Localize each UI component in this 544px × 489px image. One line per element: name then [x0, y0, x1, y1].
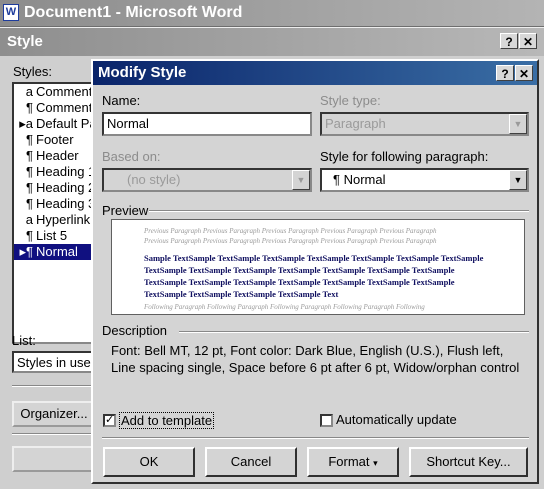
ok-button[interactable]: OK [103, 447, 195, 477]
character-style-icon: ▸a [19, 116, 33, 131]
style-dialog-title-bar: Style ? ✕ [0, 28, 544, 56]
styles-list-item-selected[interactable]: ▸¶ Normal [14, 244, 98, 260]
help-button[interactable]: ? [496, 65, 514, 81]
style-type-select: Paragraph ▼ [320, 112, 529, 136]
divider [149, 210, 529, 212]
following-paragraph-label: Style for following paragraph: [320, 149, 489, 164]
paragraph-style-icon: ▸¶ [19, 244, 33, 259]
preview-box: Previous Paragraph Previous Paragraph Pr… [111, 219, 525, 315]
style-name: Normal [36, 244, 78, 259]
paragraph-style-icon: ¶ [26, 148, 33, 163]
chevron-down-icon[interactable]: ▼ [509, 170, 527, 190]
style-name: Heading 1 [36, 164, 96, 179]
styles-list-item[interactable]: ¶ List 5 [14, 228, 98, 244]
style-type-value: Paragraph [325, 116, 386, 131]
name-label: Name: [102, 93, 141, 108]
following-paragraph-select[interactable]: ¶ Normal ▼ [320, 168, 529, 192]
styles-list-item[interactable]: ¶ Footer [14, 132, 98, 148]
divider [12, 385, 96, 387]
list-select[interactable]: Styles in use [12, 351, 96, 373]
styles-list-item[interactable]: ▸a Default Pa [14, 116, 98, 132]
organizer-button[interactable]: Organizer... [12, 401, 96, 427]
styles-list[interactable]: a Comment ¶ Comment ▸a Default Pa ¶ Footer ¶… [12, 82, 100, 344]
close-button[interactable]: ✕ [515, 65, 533, 81]
styles-list-item[interactable]: ¶ Header [14, 148, 98, 164]
window-title: Document1 - Microsoft Word [24, 4, 243, 21]
list-label: List: [12, 333, 36, 348]
description-label: Description [102, 323, 168, 338]
word-app-icon[interactable]: W [3, 4, 19, 21]
character-style-icon: a [25, 84, 33, 99]
preview-sample-text: Sample TextSample TextSample TextSample … [144, 253, 484, 299]
help-button[interactable]: ? [500, 33, 518, 49]
style-name: Heading 3 [36, 196, 96, 211]
style-name: Hyperlink [36, 212, 91, 227]
word-title-bar: W Document1 - Microsoft Word [0, 0, 544, 26]
paragraph-style-icon: ¶ [26, 228, 33, 243]
preview-previous-paragraph: Previous Paragraph Previous Paragraph Pr… [144, 227, 437, 235]
style-name: Default Pa [36, 116, 97, 131]
close-button[interactable]: ✕ [519, 33, 537, 49]
paragraph-style-icon: ¶ [26, 100, 33, 115]
shortcut-key-button[interactable]: Shortcut Key... [409, 447, 528, 477]
following-paragraph-value: ¶ Normal [333, 172, 386, 187]
chevron-down-icon: ▼ [509, 114, 527, 134]
paragraph-style-icon: ¶ [26, 132, 33, 147]
style-name: Header [36, 148, 79, 163]
divider [102, 437, 529, 439]
style-name: List 5 [36, 228, 68, 243]
format-button-label: Format [328, 454, 370, 469]
modify-style-title: Modify Style [98, 64, 187, 81]
paragraph-style-icon: ¶ [26, 196, 33, 211]
styles-list-item[interactable]: ¶ Heading 1 [14, 164, 98, 180]
auto-update-checkbox[interactable] [320, 414, 333, 427]
style-name: Heading 2 [36, 180, 96, 195]
style-dialog-bottom-button[interactable] [12, 446, 96, 472]
chevron-down-icon: ▾ [373, 458, 378, 468]
styles-list-item[interactable]: a Hyperlink [14, 212, 98, 228]
preview-label: Preview [102, 203, 149, 218]
style-name: Comment [36, 84, 93, 99]
divider [12, 433, 96, 435]
styles-label: Styles: [13, 64, 53, 79]
preview-previous-paragraph: Previous Paragraph Previous Paragraph Pr… [144, 237, 437, 245]
auto-update-label[interactable]: Automatically update [336, 412, 457, 427]
style-name: Comment [36, 100, 93, 115]
paragraph-style-icon: ¶ [26, 180, 33, 195]
styles-list-item[interactable]: ¶ Heading 3 [14, 196, 98, 212]
paragraph-style-icon: ¶ [26, 164, 33, 179]
modify-style-dialog: Modify Style ? ✕ Name: Normal Style type… [91, 59, 539, 484]
styles-list-item[interactable]: a Comment [14, 84, 98, 100]
style-type-label: Style type: [320, 93, 381, 108]
based-on-label: Based on: [102, 149, 161, 164]
add-to-template-label[interactable]: Add to template [119, 412, 215, 429]
based-on-select: (no style) ▼ [102, 168, 312, 192]
styles-list-item[interactable]: ¶ Heading 2 [14, 180, 98, 196]
style-dialog-title: Style [7, 33, 43, 50]
preview-following-paragraph: Following Paragraph Following Paragraph … [144, 303, 425, 311]
based-on-value: (no style) [127, 172, 181, 187]
style-name: Footer [36, 132, 74, 147]
format-button[interactable]: Format ▾ [307, 447, 399, 477]
divider [179, 331, 529, 333]
character-style-icon: a [25, 212, 33, 227]
description-text: Font: Bell MT, 12 pt, Font color: Dark B… [111, 343, 520, 375]
add-to-template-checkbox[interactable]: ✓ [103, 414, 116, 427]
modify-style-title-bar: Modify Style ? ✕ [93, 61, 537, 85]
cancel-button[interactable]: Cancel [205, 447, 297, 477]
styles-list-item[interactable]: ¶ Comment [14, 100, 98, 116]
name-field[interactable]: Normal [102, 112, 312, 136]
chevron-down-icon: ▼ [292, 170, 310, 190]
